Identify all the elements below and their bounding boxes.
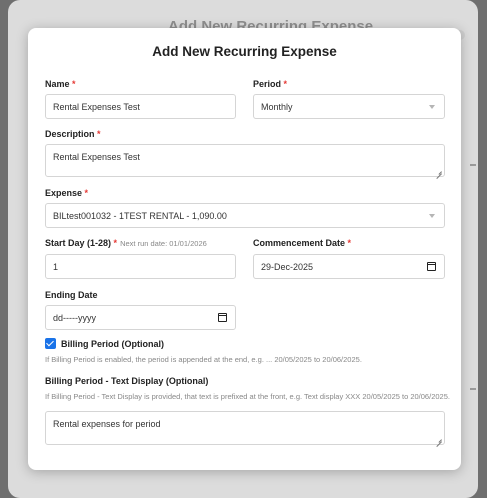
start-day-label: Start Day (1-28) * Next run date: 01/01/2… <box>45 238 207 248</box>
name-label: Name * <box>45 79 76 89</box>
next-run-hint: Next run date: 01/01/2026 <box>120 239 207 248</box>
ending-date-placeholder: dd-----yyyy <box>53 312 96 323</box>
chevron-down-icon <box>429 104 435 109</box>
billing-period-help: If Billing Period is enabled, the period… <box>45 355 362 364</box>
billing-text-help: If Billing Period - Text Display is prov… <box>45 392 450 401</box>
period-select-value: Monthly <box>261 101 293 112</box>
expense-label: Expense * <box>45 188 89 198</box>
resize-handle-icon[interactable] <box>436 436 442 442</box>
name-input[interactable]: Rental Expenses Test <box>45 94 236 119</box>
period-label: Period * <box>253 79 288 89</box>
background-divider <box>470 388 476 390</box>
chevron-down-icon <box>429 213 435 218</box>
calendar-icon[interactable] <box>218 312 227 322</box>
ending-date-label: Ending Date <box>45 290 98 300</box>
commencement-date-label: Commencement Date * <box>253 238 352 248</box>
ending-date-input[interactable]: dd-----yyyy <box>45 305 236 330</box>
add-recurring-expense-modal: Add New Recurring Expense Name * Rental … <box>28 28 461 470</box>
description-textarea[interactable]: Rental Expenses Test <box>45 144 445 177</box>
billing-period-label: Billing Period (Optional) <box>61 339 164 349</box>
billing-text-label: Billing Period - Text Display (Optional) <box>45 376 209 386</box>
billing-period-checkbox[interactable] <box>45 338 56 349</box>
commencement-date-value: 29-Dec-2025 <box>261 261 314 272</box>
commencement-date-input[interactable]: 29-Dec-2025 <box>253 254 445 279</box>
period-select[interactable]: Monthly <box>253 94 445 119</box>
calendar-icon[interactable] <box>427 261 436 271</box>
description-value: Rental Expenses Test <box>53 152 140 162</box>
start-day-input[interactable]: 1 <box>45 254 236 279</box>
name-input-value: Rental Expenses Test <box>53 101 140 112</box>
modal-title: Add New Recurring Expense <box>152 44 337 59</box>
billing-text-value: Rental expenses for period <box>53 419 161 429</box>
expense-select-value: BILtest001032 - 1TEST RENTAL - 1,090.00 <box>53 210 227 221</box>
resize-handle-icon[interactable] <box>436 168 442 174</box>
expense-select[interactable]: BILtest001032 - 1TEST RENTAL - 1,090.00 <box>45 203 445 228</box>
description-label: Description * <box>45 129 101 139</box>
background-divider <box>470 164 476 166</box>
billing-text-textarea[interactable]: Rental expenses for period <box>45 411 445 445</box>
start-day-value: 1 <box>53 261 59 272</box>
